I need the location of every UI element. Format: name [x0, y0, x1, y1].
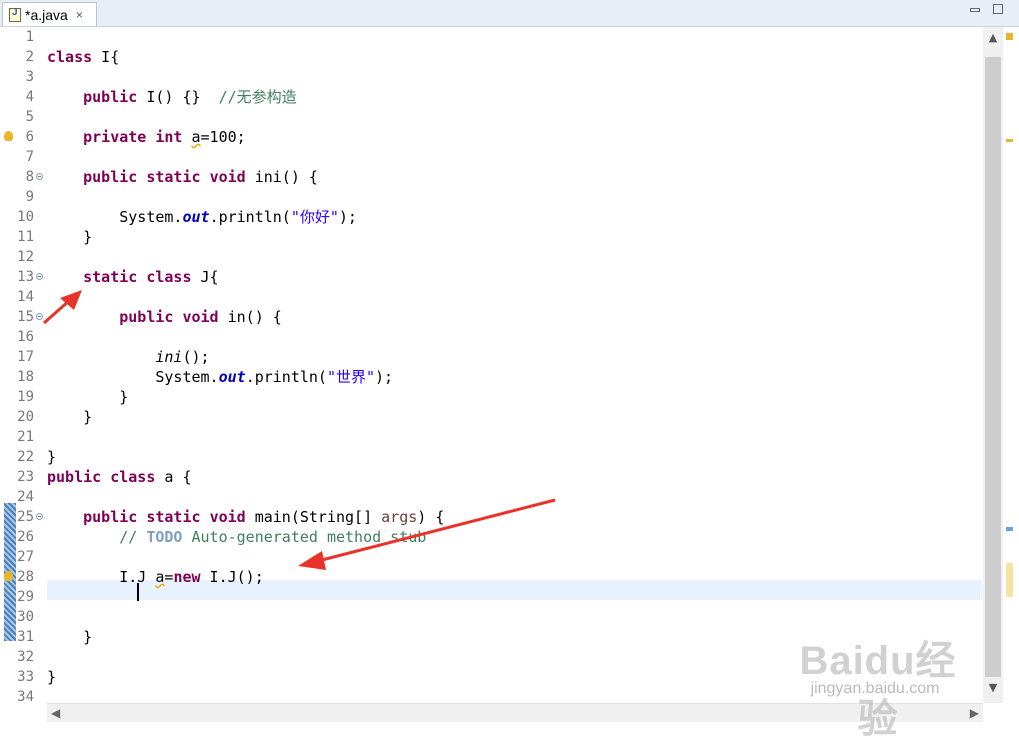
annotation-arrow: [43, 298, 71, 325]
annotation-arrowhead: [298, 551, 326, 570]
annotation-arrow: [317, 498, 556, 563]
annotation-arrows: [43, 290, 556, 570]
